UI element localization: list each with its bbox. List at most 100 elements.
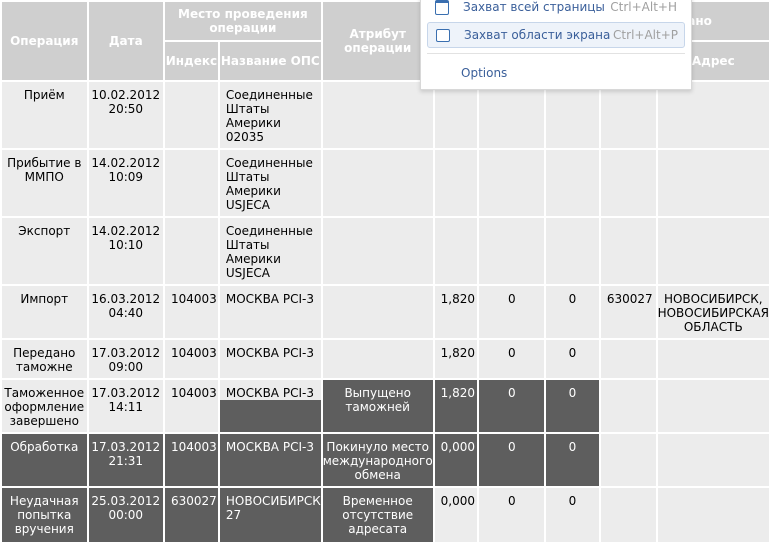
cell-weight	[432, 216, 480, 286]
cell-attribute	[320, 148, 435, 218]
menu-item-capture-full-page[interactable]: Захват всей страницы Ctrl+Alt+H	[427, 0, 683, 19]
cell-address	[655, 378, 771, 434]
cell-dest-index	[598, 80, 658, 150]
cell-ops-name: Соединенные Штаты Америки USJECA	[217, 216, 323, 286]
cell-index: 104003	[162, 378, 220, 434]
cell-date: 10.02.2012 20:50	[86, 80, 165, 150]
table-row: Экспорт 14.02.2012 10:10 Соединенные Шта…	[0, 216, 771, 286]
cell-operation: Прибытие в ММПО	[0, 148, 89, 218]
cell-index: 104003	[162, 338, 220, 380]
cell-value-2: 0	[544, 432, 601, 488]
cell-weight: 1,820	[432, 284, 480, 340]
header-place: Место проведения операции	[162, 0, 323, 42]
cell-value-2	[544, 80, 601, 150]
cell-ops-name: Соединенные Штаты Америки 02035	[217, 80, 323, 150]
cell-value-2	[544, 216, 601, 286]
cell-value-1: 0	[477, 432, 547, 488]
cell-weight: 0,000	[432, 432, 480, 488]
cell-operation: Приём	[0, 80, 89, 150]
cell-date: 17.03.2012 21:31	[86, 432, 165, 488]
cell-weight: 1,820	[432, 378, 480, 434]
cell-attribute: Покинуло место международного обмена	[320, 432, 435, 488]
cell-attribute	[320, 338, 435, 380]
table-row: Прибытие в ММПО 14.02.2012 10:09 Соедине…	[0, 148, 771, 218]
cell-address	[655, 80, 771, 150]
cell-dest-index	[598, 378, 658, 434]
menu-item-shortcut: Ctrl+Alt+H	[610, 0, 677, 14]
table-row: Импорт 16.03.2012 04:40 104003 МОСКВА PC…	[0, 284, 771, 340]
menu-item-options[interactable]: Options	[461, 66, 507, 80]
cell-address	[655, 338, 771, 380]
cell-operation: Передано таможне	[0, 338, 89, 380]
menu-item-label: Захват всей страницы	[463, 0, 605, 14]
cell-ops-name: Соединенные Штаты Америки USJECA	[217, 148, 323, 218]
cell-ops-name: МОСКВА PCI-3	[217, 378, 323, 434]
cell-value-2: 0	[544, 486, 601, 544]
cell-date: 14.02.2012 10:09	[86, 148, 165, 218]
cell-value-1	[477, 148, 547, 218]
cell-operation: Обработка	[0, 432, 89, 488]
cell-value-2: 0	[544, 378, 601, 434]
cell-address	[655, 216, 771, 286]
cell-dest-index	[598, 148, 658, 218]
cell-address	[655, 432, 771, 488]
cell-value-2: 0	[544, 338, 601, 380]
cell-ops-name: МОСКВА PCI-3	[217, 338, 323, 380]
table-row: Таможенное оформление завершено 17.03.20…	[0, 378, 771, 434]
area-capture-icon	[436, 28, 450, 42]
cell-weight: 1,820	[432, 338, 480, 380]
cell-address	[655, 148, 771, 218]
menu-item-shortcut: Ctrl+Alt+P	[613, 28, 678, 42]
cell-index: 104003	[162, 432, 220, 488]
cell-value-1: 0	[477, 284, 547, 340]
cell-index	[162, 80, 220, 150]
cell-index	[162, 216, 220, 286]
table-row: Неудачная попытка вручения 25.03.2012 00…	[0, 486, 771, 544]
cell-value-2	[544, 148, 601, 218]
table-row: Обработка 17.03.2012 21:31 104003 МОСКВА…	[0, 432, 771, 488]
cell-operation: Экспорт	[0, 216, 89, 286]
cell-dest-index	[598, 486, 658, 544]
cell-weight	[432, 80, 480, 150]
header-ops-name: Название ОПС	[217, 40, 323, 82]
cell-date: 25.03.2012 00:00	[86, 486, 165, 544]
cell-date: 16.03.2012 04:40	[86, 284, 165, 340]
cell-operation: Таможенное оформление завершено	[0, 378, 89, 434]
cell-address	[655, 486, 771, 544]
cell-operation: Импорт	[0, 284, 89, 340]
cell-value-1	[477, 216, 547, 286]
cell-ops-name: МОСКВА PCI-3	[217, 284, 323, 340]
cell-ops-name: МОСКВА PCI-3	[217, 432, 323, 488]
cell-value-1: 0	[477, 378, 547, 434]
cell-date: 17.03.2012 09:00	[86, 338, 165, 380]
cell-index: 630027	[162, 486, 220, 544]
cell-weight	[432, 148, 480, 218]
cell-dest-index: 630027	[598, 284, 658, 340]
cell-attribute	[320, 284, 435, 340]
cell-attribute	[320, 216, 435, 286]
cell-weight: 0,000	[432, 486, 480, 544]
cell-value-1: 0	[477, 486, 547, 544]
cell-index: 104003	[162, 284, 220, 340]
header-date: Дата	[86, 0, 165, 82]
header-attribute: Атрибут операции	[320, 0, 435, 82]
cell-attribute: Временное отсутствие адресата	[320, 486, 435, 544]
menu-divider	[427, 53, 685, 54]
table-row: Передано таможне 17.03.2012 09:00 104003…	[0, 338, 771, 380]
cell-ops-name: НОВОСИБИРСК 27	[217, 486, 323, 544]
cell-index	[162, 148, 220, 218]
table-row: Приём 10.02.2012 20:50 Соединенные Штаты…	[0, 80, 771, 150]
cell-address: НОВОСИБИРСК, НОВОСИБИРСКАЯ ОБЛАСТЬ	[655, 284, 771, 340]
menu-item-capture-area[interactable]: Захват области экрана Ctrl+Alt+P	[427, 22, 685, 48]
cell-date: 17.03.2012 14:11	[86, 378, 165, 434]
cell-value-1	[477, 80, 547, 150]
header-operation: Операция	[0, 0, 89, 82]
cell-dest-index	[598, 216, 658, 286]
cell-attribute: Выпущено таможней	[320, 378, 435, 434]
cell-value-1: 0	[477, 338, 547, 380]
cell-dest-index	[598, 338, 658, 380]
cell-date: 14.02.2012 10:10	[86, 216, 165, 286]
cell-operation: Неудачная попытка вручения	[0, 486, 89, 544]
full-page-capture-icon	[435, 0, 449, 15]
cell-value-2: 0	[544, 284, 601, 340]
